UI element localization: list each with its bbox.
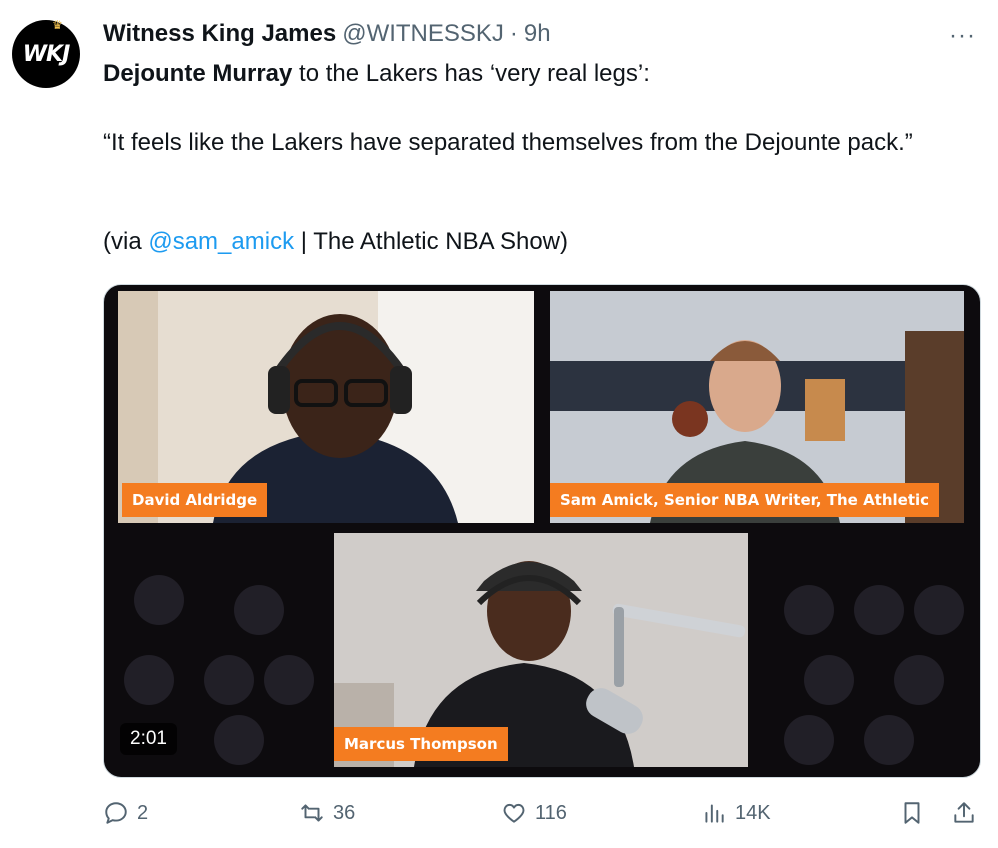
user-handle[interactable]: @WITNESSKJ: [342, 20, 504, 48]
reply-count: 2: [137, 801, 149, 824]
separator-dot: ·: [509, 20, 518, 47]
heart-icon: [503, 803, 525, 823]
tweet-line1-rest: to the Lakers has ‘very real legs’:: [292, 60, 650, 87]
tweet-bold-name: Dejounte Murray: [103, 60, 293, 87]
reply-icon: [105, 802, 127, 824]
retweet-icon: [301, 804, 323, 822]
like-button[interactable]: 116: [501, 800, 567, 826]
video-feed-marcus-thompson: Marcus Thompson: [334, 533, 748, 767]
retweet-count: 36: [333, 801, 356, 824]
share-button[interactable]: [951, 800, 977, 826]
avatar-logo-text: WKJ: [22, 41, 70, 67]
views-count: 14K: [735, 801, 771, 824]
views-button[interactable]: 14K: [701, 800, 771, 826]
team-logo-icon: [784, 585, 834, 635]
via-prefix: (via: [103, 228, 149, 255]
tweet-action-bar: 2 36 116 14K: [103, 800, 979, 836]
team-logo-icon: [264, 655, 314, 705]
reply-button[interactable]: 2: [103, 800, 148, 826]
mention-link[interactable]: @sam_amick: [148, 228, 294, 255]
speaker-label: David Aldridge: [122, 483, 268, 517]
speaker-label: Marcus Thompson: [334, 727, 508, 761]
tweet-header: Witness King James @WITNESSKJ · 9h: [103, 20, 551, 48]
tweet-time[interactable]: 9h: [524, 20, 551, 48]
video-feed-sam-amick: Sam Amick, Senior NBA Writer, The Athlet…: [550, 291, 964, 523]
video-timestamp: 2:01: [120, 723, 177, 755]
team-logo-icon: [214, 715, 264, 765]
like-count: 116: [535, 801, 567, 824]
team-logo-icon: [204, 655, 254, 705]
team-logo-icon: [134, 575, 184, 625]
tweet-text-line1: Dejounte Murray to the Lakers has ‘very …: [103, 60, 650, 88]
profile-avatar[interactable]: WKJ: [12, 20, 80, 88]
video-feed-david-aldridge: David Aldridge: [118, 291, 534, 523]
tweet-via-line: (via @sam_amick | The Athletic NBA Show): [103, 228, 568, 256]
team-logo-icon: [864, 715, 914, 765]
team-logo-icon: [234, 585, 284, 635]
share-icon: [954, 802, 974, 823]
team-logo-icon: [894, 655, 944, 705]
via-suffix: | The Athletic NBA Show): [294, 228, 569, 255]
more-options-icon[interactable]: ···: [949, 22, 976, 50]
retweet-button[interactable]: 36: [299, 800, 355, 826]
bookmark-icon: [904, 802, 920, 824]
tweet-quote: “It feels like the Lakers have separated…: [103, 129, 913, 156]
team-logo-icon: [804, 655, 854, 705]
team-logo-icon: [914, 585, 964, 635]
crown-icon: ♛: [52, 18, 63, 32]
display-name[interactable]: Witness King James: [103, 20, 336, 48]
speaker-label: Sam Amick, Senior NBA Writer, The Athlet…: [550, 483, 940, 517]
bookmark-button[interactable]: [899, 800, 925, 826]
team-logo-icon: [854, 585, 904, 635]
video-player[interactable]: David Aldridge Sam Amick, Senior NBA Wri…: [103, 284, 981, 778]
team-logo-icon: [784, 715, 834, 765]
analytics-icon: [705, 804, 724, 823]
team-logo-icon: [124, 655, 174, 705]
